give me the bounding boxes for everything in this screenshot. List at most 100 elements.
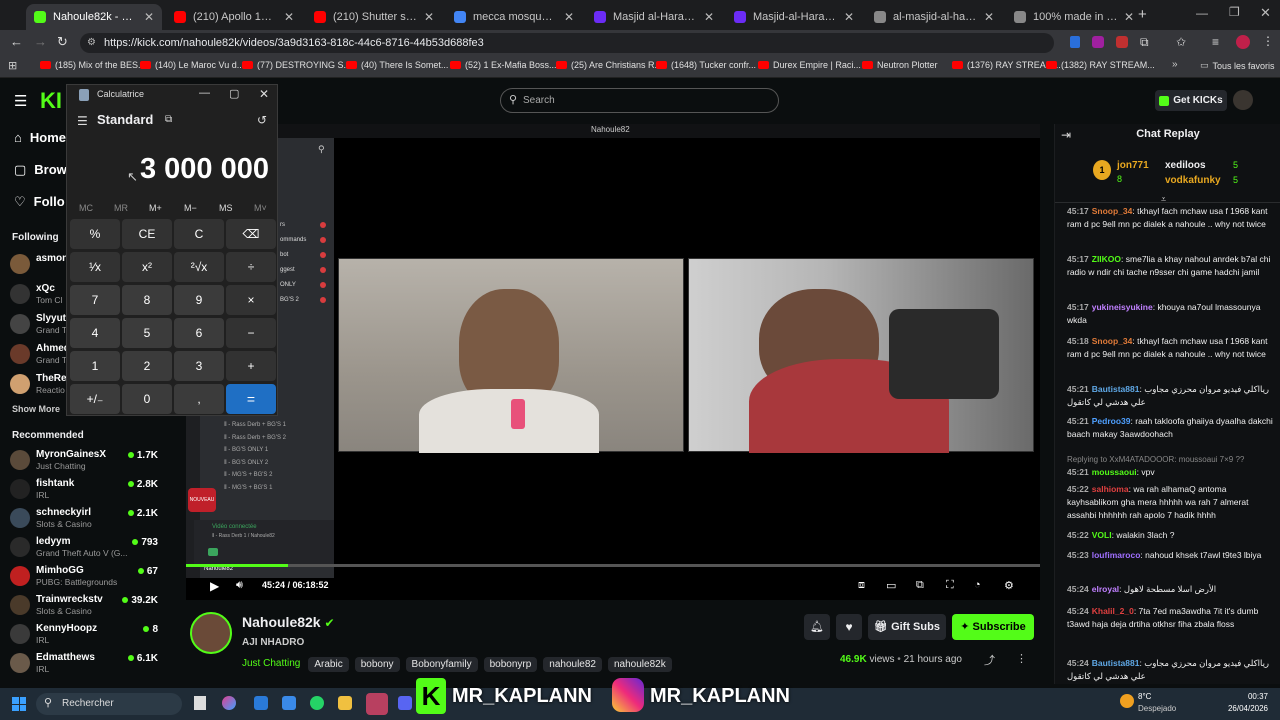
close-window-button[interactable]: ✕ bbox=[1260, 5, 1271, 21]
tab-close-icon[interactable]: ✕ bbox=[424, 10, 434, 24]
browser-tab[interactable]: 100% made in the USA ✕ bbox=[1006, 4, 1142, 30]
recommended-channel[interactable]: MimhoGG PUBG: Battlegrounds 67 bbox=[10, 564, 180, 590]
message-username[interactable]: loufimaroco bbox=[1092, 550, 1141, 560]
tab-close-icon[interactable]: ✕ bbox=[984, 10, 994, 24]
recommended-channel[interactable]: fishtank IRL 2.8K bbox=[10, 477, 180, 503]
bookmark-item[interactable]: Durex Empire | Raci... bbox=[758, 60, 861, 70]
browser-tab[interactable]: (210) Shutter speed comp ✕ bbox=[306, 4, 442, 30]
message-username[interactable]: salhioma bbox=[1092, 484, 1129, 494]
calc-key[interactable]: x² bbox=[122, 252, 172, 282]
reload-icon[interactable]: ↻ bbox=[57, 34, 68, 50]
extension-icon[interactable] bbox=[1092, 36, 1104, 48]
browser-tab[interactable]: Nahoule82k - Watch the ✕ bbox=[26, 4, 162, 30]
new-tab-button[interactable]: + bbox=[1138, 6, 1147, 23]
copilot-icon[interactable] bbox=[222, 696, 236, 710]
message-username[interactable]: Pedroo39 bbox=[1092, 416, 1131, 426]
address-bar[interactable]: ⚙ https://kick.com/nahoule82k/videos/3a9… bbox=[80, 33, 1054, 53]
streamer-avatar[interactable] bbox=[190, 612, 232, 654]
tab-close-icon[interactable]: ✕ bbox=[284, 10, 294, 24]
notification-bell-button[interactable]: 🔔︎ bbox=[804, 614, 830, 640]
user-avatar[interactable] bbox=[1233, 90, 1253, 110]
message-username[interactable]: yukineisyukine bbox=[1092, 302, 1153, 312]
stream-tag[interactable]: bobony bbox=[354, 657, 400, 672]
theater-icon[interactable]: ▭ bbox=[886, 579, 896, 592]
memory-button[interactable]: MC bbox=[79, 203, 93, 213]
follow-heart-button[interactable]: ♥ bbox=[836, 614, 862, 640]
bookmark-item[interactable]: Neutron Plotter bbox=[862, 60, 938, 70]
fullscreen-icon[interactable]: ⛶ bbox=[946, 579, 954, 592]
show-more-link[interactable]: Show More bbox=[12, 404, 60, 414]
task-view-icon[interactable] bbox=[194, 696, 206, 710]
bookmark-item[interactable]: (1382) RAY STREAM... bbox=[1046, 60, 1155, 70]
expand-gifters-icon[interactable]: ⩡ bbox=[1161, 194, 1166, 205]
edge-icon[interactable] bbox=[254, 696, 268, 710]
recommended-channel[interactable]: KennyHoopz IRL 8 bbox=[10, 622, 180, 648]
memory-button[interactable]: M+ bbox=[149, 203, 162, 213]
tab-close-icon[interactable]: ✕ bbox=[144, 10, 154, 24]
message-username[interactable]: VOLI bbox=[1092, 530, 1112, 540]
calc-key[interactable]: 5 bbox=[122, 318, 172, 348]
apps-grid-icon[interactable]: ⊞ bbox=[8, 59, 17, 72]
minimize-window-button[interactable]: — bbox=[1196, 6, 1208, 20]
calc-key[interactable]: 4 bbox=[70, 318, 120, 348]
favorites-icon[interactable]: ✩ bbox=[1176, 35, 1186, 49]
menu-dots-icon[interactable]: ⋮ bbox=[1262, 34, 1274, 48]
bookmark-item[interactable]: (1376) RAY STREAM... bbox=[952, 60, 1061, 70]
stream-tag[interactable]: Arabic bbox=[308, 657, 349, 672]
calc-close-button[interactable]: ✕ bbox=[259, 87, 269, 101]
recommended-channel[interactable]: schneckyirl Slots & Casino 2.1K bbox=[10, 506, 180, 532]
calc-key[interactable]: 3 bbox=[174, 351, 224, 381]
calc-key[interactable]: 6 bbox=[174, 318, 224, 348]
category-link[interactable]: Just Chatting bbox=[242, 658, 300, 669]
calc-key[interactable]: ¹⁄x bbox=[70, 252, 120, 282]
calc-key[interactable]: +/₋ bbox=[70, 384, 120, 414]
hamburger-menu-icon[interactable]: ☰ bbox=[14, 92, 27, 110]
speed-icon[interactable]: ◔ bbox=[974, 579, 981, 591]
calc-key[interactable]: C bbox=[174, 219, 224, 249]
more-options-icon[interactable]: ⋮ bbox=[1016, 652, 1027, 665]
settings-gear-icon[interactable]: ⚙ bbox=[1004, 579, 1014, 592]
nav-following[interactable]: ♡ Follo bbox=[14, 194, 65, 210]
tab-close-icon[interactable]: ✕ bbox=[564, 10, 574, 24]
video-player[interactable]: Nahoule82 ⚲ rs ommands bot ggest ONLY BG'S 2 … bbox=[186, 124, 1040, 600]
message-username[interactable]: Bautista881 bbox=[1092, 658, 1140, 668]
calc-key[interactable]: CE bbox=[122, 219, 172, 249]
extension-icon[interactable] bbox=[1070, 36, 1080, 48]
calc-key[interactable]: − bbox=[226, 318, 276, 348]
calc-key[interactable]: , bbox=[174, 384, 224, 414]
extension-icon[interactable] bbox=[1116, 36, 1128, 48]
get-kicks-button[interactable]: Get KICKs bbox=[1155, 90, 1227, 111]
calc-key[interactable]: 0 bbox=[122, 384, 172, 414]
calc-key[interactable]: × bbox=[226, 285, 276, 315]
memory-button[interactable]: MR bbox=[114, 203, 128, 213]
browser-tab[interactable]: Masjid-al-Haram-today-7 ✕ bbox=[726, 4, 862, 30]
calc-minimize-button[interactable]: — bbox=[199, 87, 210, 99]
volume-icon[interactable]: 🔊︎ bbox=[236, 579, 243, 592]
play-button[interactable]: ▶ bbox=[210, 579, 219, 593]
media-icon[interactable]: ≡ bbox=[1212, 35, 1219, 49]
calc-key[interactable]: ⌫ bbox=[226, 219, 276, 249]
message-username[interactable]: ZIIKOO bbox=[1092, 254, 1121, 264]
recommended-channel[interactable]: MyronGainesX Just Chatting 1.7K bbox=[10, 448, 180, 474]
calc-key[interactable]: 9 bbox=[174, 285, 224, 315]
bookmark-item[interactable]: (1648) Tucker confr... bbox=[656, 60, 756, 70]
message-username[interactable]: Snoop_34 bbox=[1092, 206, 1133, 216]
back-icon[interactable]: ← bbox=[10, 34, 23, 49]
stream-tag[interactable]: bobonyrp bbox=[483, 657, 538, 672]
discord-icon[interactable] bbox=[398, 696, 412, 710]
message-username[interactable]: moussaoui bbox=[1092, 467, 1137, 477]
message-username[interactable]: Snoop_34 bbox=[1092, 336, 1133, 346]
memory-button[interactable]: M− bbox=[184, 203, 197, 213]
memory-button[interactable]: MS bbox=[219, 203, 233, 213]
calc-key[interactable]: 1 bbox=[70, 351, 120, 381]
calc-key[interactable]: 7 bbox=[70, 285, 120, 315]
share-icon[interactable]: ⤴ bbox=[984, 652, 995, 668]
memory-button[interactable]: M˅ bbox=[254, 203, 267, 213]
message-username[interactable]: Bautista881 bbox=[1092, 384, 1140, 394]
search-bar[interactable]: ⚲ Search bbox=[500, 88, 779, 113]
whatsapp-icon[interactable] bbox=[310, 696, 324, 710]
stream-tag[interactable]: nahoule82k bbox=[608, 657, 672, 672]
streamer-name[interactable]: Nahoule82k ✔ bbox=[242, 614, 335, 630]
tab-close-icon[interactable]: ✕ bbox=[704, 10, 714, 24]
recommended-channel[interactable]: Edmatthews IRL 6.1K bbox=[10, 651, 180, 677]
